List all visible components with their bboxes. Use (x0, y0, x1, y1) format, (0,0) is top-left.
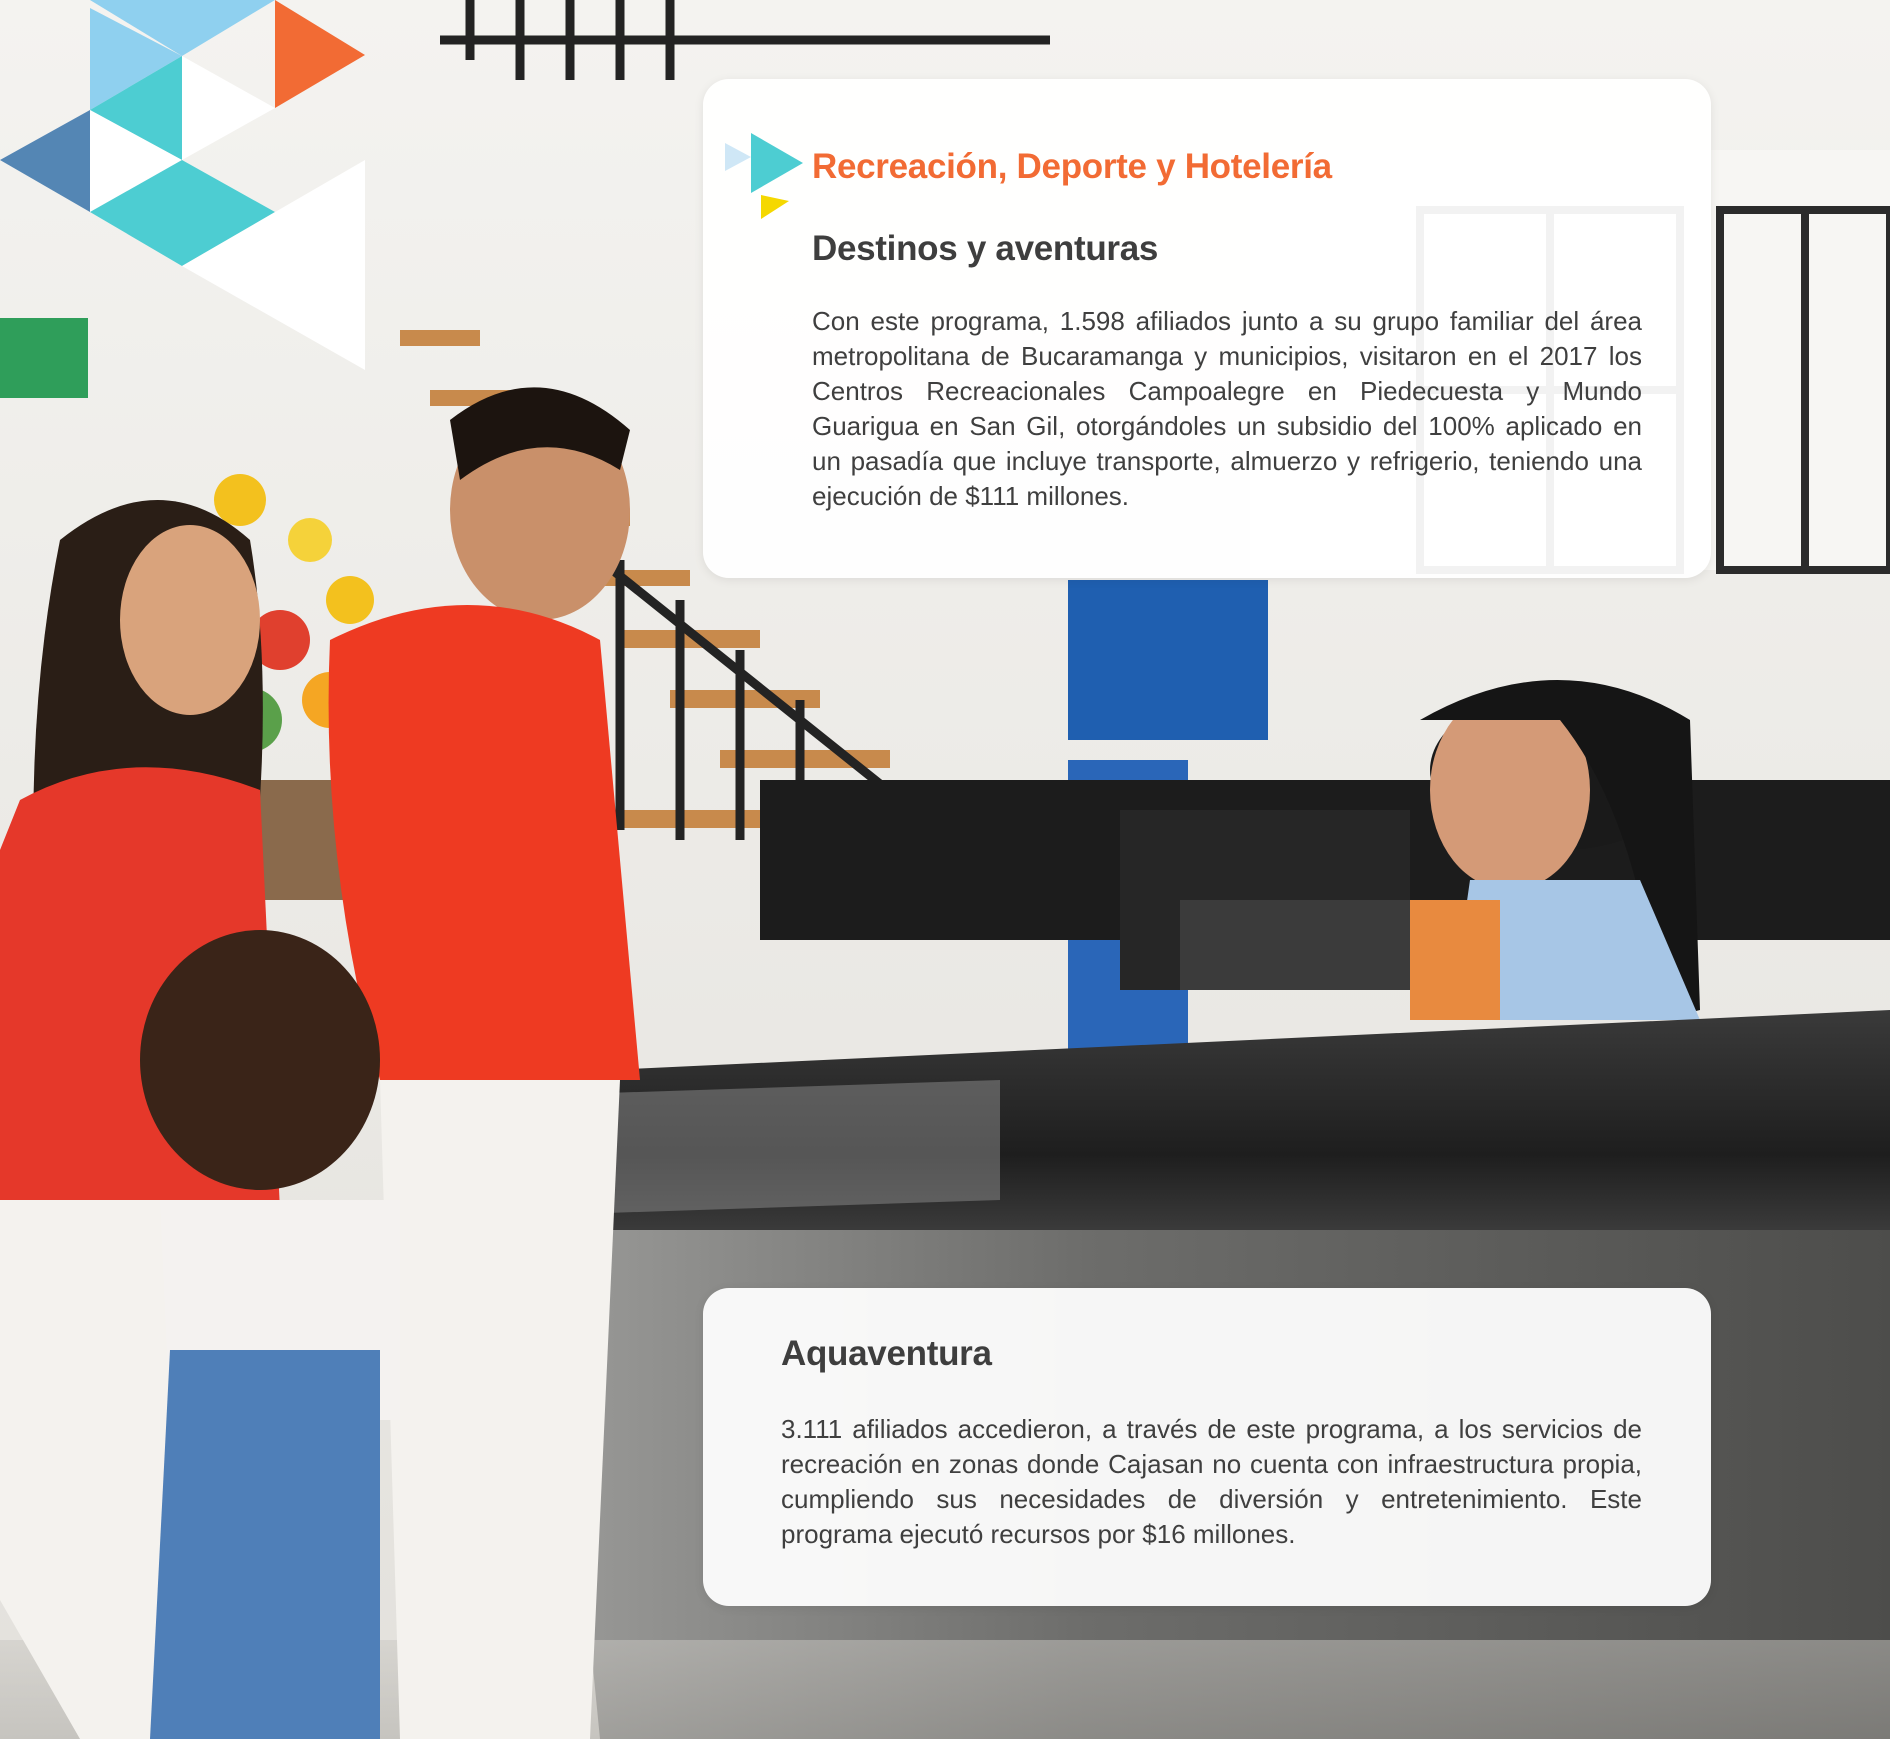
card-heading: Aquaventura (781, 1334, 992, 1373)
card-heading: Destinos y aventuras (812, 229, 1159, 268)
section-title: Recreación, Deporte y Hotelería (812, 147, 1332, 186)
play-arrow-icon (725, 133, 803, 219)
destinos-card: Recreación, Deporte y Hotelería Destinos… (703, 79, 1711, 578)
aquaventura-card: Aquaventura 3.111 afiliados accedieron, … (703, 1288, 1711, 1606)
report-page: Recreación, Deporte y Hotelería Destinos… (0, 0, 1890, 1739)
triangle-pattern-icon (0, 0, 365, 370)
card-body: Con este programa, 1.598 afiliados junto… (812, 306, 1642, 511)
card-body: 3.111 afiliados accedieron, a través de … (781, 1414, 1642, 1549)
